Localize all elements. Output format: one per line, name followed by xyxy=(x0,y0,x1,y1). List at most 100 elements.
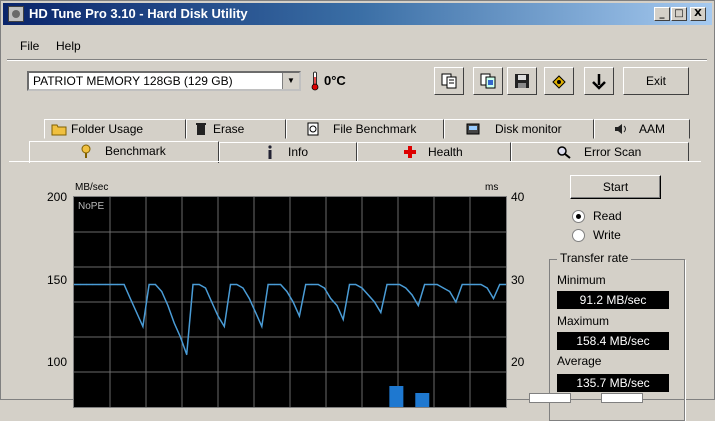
title-bar[interactable]: HD Tune Pro 3.10 - Hard Disk Utility _ □… xyxy=(3,3,712,25)
tab-label: Erase xyxy=(213,122,245,136)
benchmark-chart-svg xyxy=(73,197,507,407)
transfer-rate-point xyxy=(186,353,188,356)
transfer-rate-point xyxy=(474,283,476,286)
transfer-rate-point xyxy=(280,283,282,286)
write-label: Write xyxy=(593,228,621,242)
transfer-rate-point xyxy=(223,325,225,328)
toolbar-divider xyxy=(7,59,707,61)
transfer-rate-point xyxy=(499,283,501,286)
transfer-rate-point xyxy=(104,283,106,286)
drive-select[interactable]: PATRIOT MEMORY 128GB (129 GB) ▼ xyxy=(27,71,301,91)
hard-disk-app-icon xyxy=(8,6,24,22)
health-icon xyxy=(402,145,418,159)
transfer-rate-point xyxy=(198,283,200,286)
minimum-value: 91.2 MB/sec xyxy=(557,291,669,309)
transfer-rate-point xyxy=(348,283,351,286)
chart-bar xyxy=(415,393,430,407)
transfer-rate-point xyxy=(380,311,382,314)
tab-aam[interactable]: AAM xyxy=(594,119,690,139)
chart-bar xyxy=(389,386,404,407)
transfer-rate-point xyxy=(442,287,444,289)
y-tick-left: 150 xyxy=(47,273,68,287)
transfer-rate-point xyxy=(142,325,144,328)
tab-label: Info xyxy=(288,145,309,159)
tab-folder-usage[interactable]: Folder Usage xyxy=(44,119,186,139)
transfer-rate-point xyxy=(355,283,357,286)
mini-box xyxy=(601,393,643,403)
transfer-rate-point xyxy=(85,283,88,286)
read-option[interactable]: Read xyxy=(572,209,622,224)
transfer-rate-point xyxy=(92,283,94,286)
transfer-rate-point xyxy=(129,297,131,300)
save-button[interactable] xyxy=(507,67,537,95)
read-radio[interactable] xyxy=(572,210,585,224)
transfer-rate-point xyxy=(161,290,163,293)
transfer-rate-point xyxy=(229,283,232,286)
transfer-rate-point xyxy=(211,301,213,303)
tab-file-benchmark[interactable]: File Benchmark xyxy=(286,119,444,139)
minimize-button[interactable]: _ xyxy=(654,7,670,21)
write-option[interactable]: Write xyxy=(572,228,621,243)
average-label: Average xyxy=(557,354,602,368)
close-button[interactable]: X xyxy=(690,7,706,21)
tab-disk-monitor[interactable]: Disk monitor xyxy=(444,119,594,139)
download-button[interactable] xyxy=(584,67,614,95)
copy-screenshot-button[interactable] xyxy=(473,67,503,95)
transfer-rate-point xyxy=(298,315,300,317)
transfer-rate-point xyxy=(417,304,419,307)
maximize-button[interactable]: □ xyxy=(671,7,687,21)
transfer-rate-point xyxy=(361,287,363,289)
info-icon xyxy=(262,145,278,159)
transfer-rate-point xyxy=(399,283,401,286)
transfer-rate-point xyxy=(154,283,156,286)
menu-file[interactable]: File xyxy=(20,39,39,53)
transfer-rate-point xyxy=(261,325,263,328)
transfer-rate-point xyxy=(123,283,125,286)
thermometer-icon xyxy=(311,71,319,91)
transfer-rate-point xyxy=(436,283,438,286)
transfer-rate-point xyxy=(305,283,307,286)
tab-label: Disk monitor xyxy=(495,122,562,136)
tab-erase[interactable]: Erase xyxy=(186,119,286,139)
maximum-label: Maximum xyxy=(557,314,610,328)
y-axis-label-left: MB/sec xyxy=(75,182,109,193)
file-benchmark-icon xyxy=(305,122,321,136)
tab-error-scan[interactable]: Error Scan xyxy=(511,142,689,162)
start-button[interactable]: Start xyxy=(570,175,661,199)
transfer-rate-point xyxy=(317,283,319,286)
transfer-rate-point xyxy=(111,283,113,286)
tab-label: Folder Usage xyxy=(71,122,144,136)
speaker-icon xyxy=(613,122,629,136)
tab-benchmark[interactable]: Benchmark xyxy=(29,141,219,163)
app-window: HD Tune Pro 3.10 - Hard Disk Utility _ □… xyxy=(0,0,715,421)
transfer-rate-point xyxy=(336,304,338,307)
transfer-rate-point xyxy=(267,283,269,286)
drive-select-value: PATRIOT MEMORY 128GB (129 GB) xyxy=(33,74,233,88)
benchmark-icon xyxy=(78,144,94,158)
transfer-rate-point xyxy=(430,283,432,286)
transfer-rate-point xyxy=(179,336,181,338)
benchmark-chart: NoPE xyxy=(73,196,507,408)
transfer-rate-point xyxy=(311,283,313,286)
write-radio[interactable] xyxy=(572,229,585,243)
tab-info[interactable]: Info xyxy=(219,142,357,162)
transfer-rate-point xyxy=(373,301,376,303)
magnifier-icon xyxy=(556,145,572,159)
read-label: Read xyxy=(593,209,622,223)
tab-label: AAM xyxy=(639,122,666,136)
folder-icon xyxy=(51,122,67,136)
tab-label: Health xyxy=(428,145,463,159)
transfer-rate-point xyxy=(192,283,194,286)
options-button[interactable] xyxy=(544,67,574,95)
transfer-rate-point xyxy=(367,294,369,296)
tab-label: Benchmark xyxy=(105,144,166,158)
transfer-rate-point xyxy=(136,311,138,314)
menu-help[interactable]: Help xyxy=(56,39,81,53)
tab-health[interactable]: Health xyxy=(357,142,511,162)
chevron-down-icon[interactable]: ▼ xyxy=(282,73,299,89)
save-icon xyxy=(515,74,529,88)
exit-button[interactable]: Exit xyxy=(623,67,689,95)
copy-text-button[interactable] xyxy=(434,67,464,95)
transfer-rate-point xyxy=(236,283,238,286)
y-tick-right: 30 xyxy=(511,273,525,287)
